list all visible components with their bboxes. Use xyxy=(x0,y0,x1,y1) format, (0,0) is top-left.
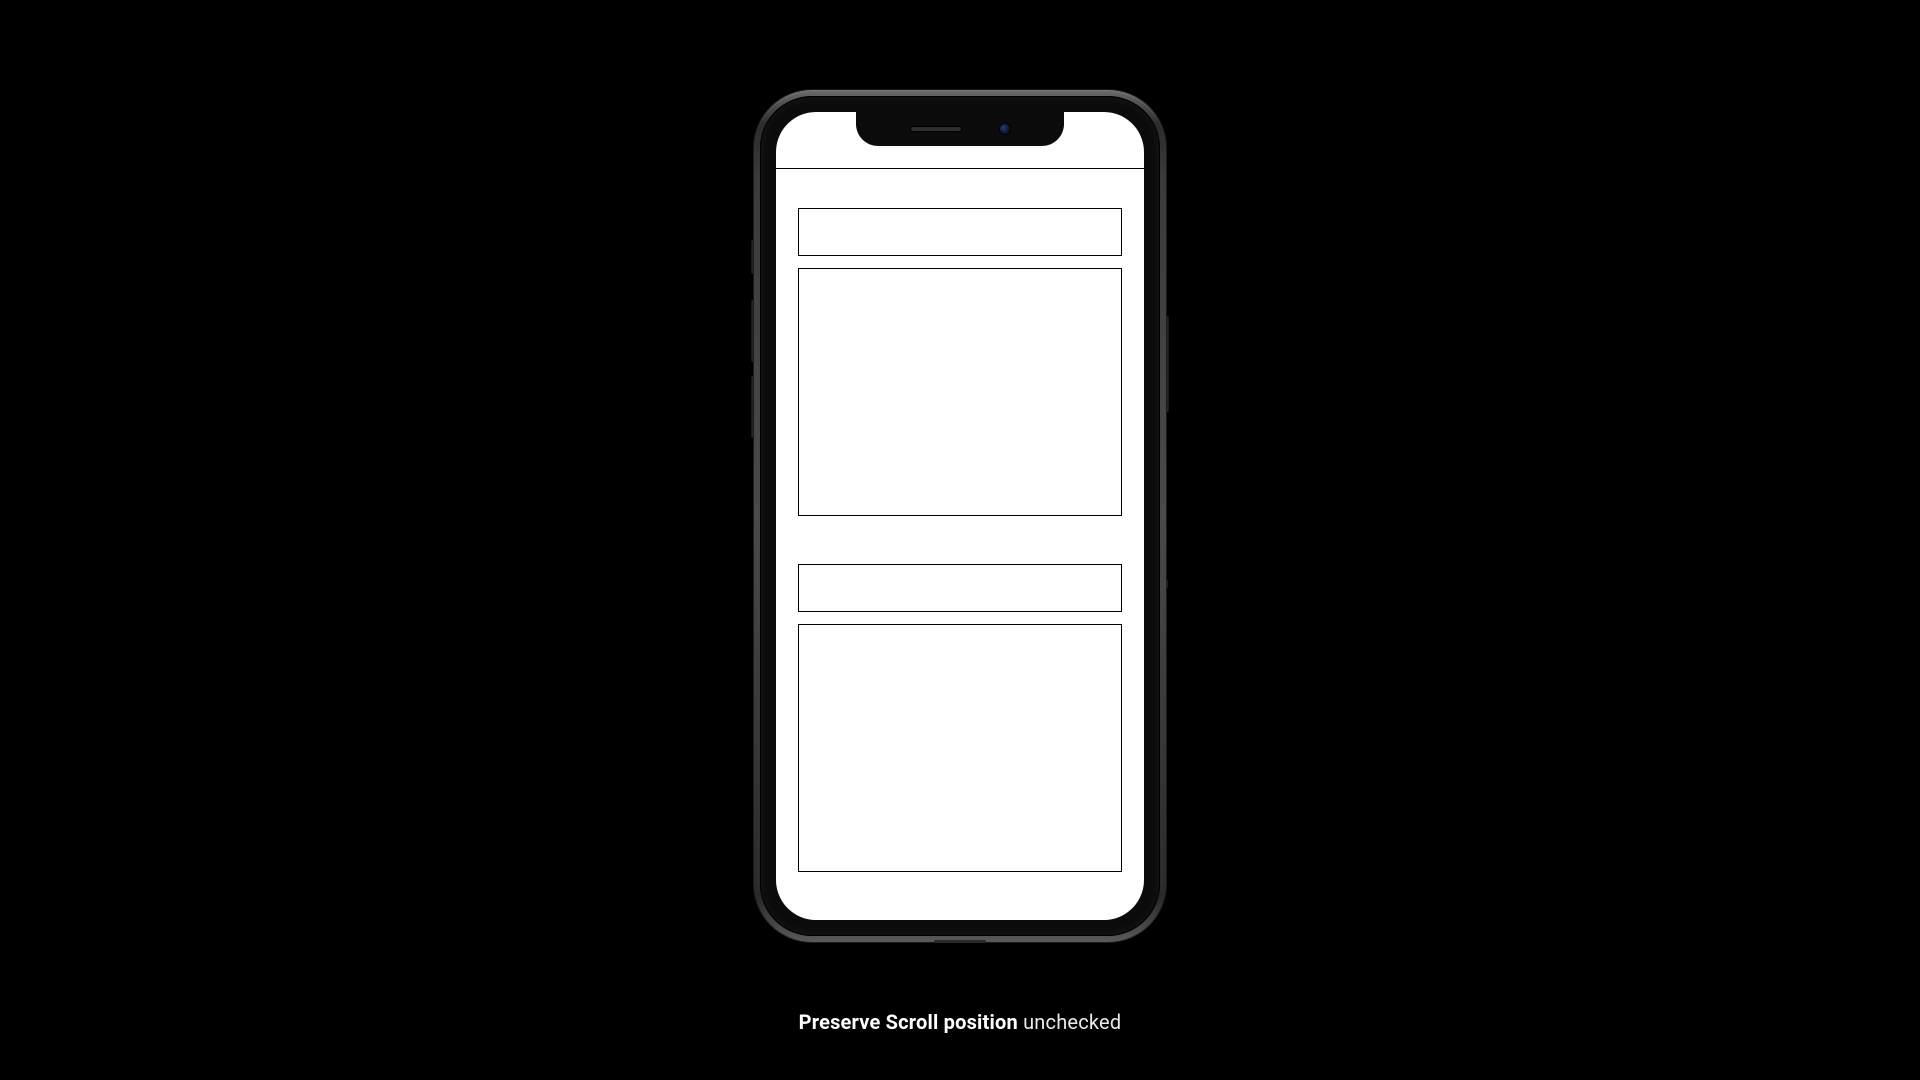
card-header-placeholder[interactable] xyxy=(798,208,1122,256)
earpiece-speaker-icon xyxy=(910,126,962,132)
phone-screen[interactable] xyxy=(776,112,1144,920)
phone-mockup xyxy=(754,90,1166,942)
front-camera-icon xyxy=(1000,124,1010,134)
card-group xyxy=(798,208,1122,516)
stage: Preserve Scroll position unchecked xyxy=(0,0,1920,1080)
phone-notch xyxy=(856,112,1064,146)
nav-bar-divider xyxy=(776,168,1144,169)
caption-rest: unchecked xyxy=(1018,1010,1121,1034)
app-wireframe xyxy=(776,112,1144,920)
caption: Preserve Scroll position unchecked xyxy=(0,1010,1920,1034)
caption-bold: Preserve Scroll position xyxy=(799,1010,1018,1034)
card-body-placeholder[interactable] xyxy=(798,624,1122,872)
bottom-speaker-icon xyxy=(934,940,986,943)
card-header-placeholder[interactable] xyxy=(798,564,1122,612)
card-body-placeholder[interactable] xyxy=(798,268,1122,516)
scroll-content[interactable] xyxy=(798,184,1122,906)
card-group xyxy=(798,564,1122,872)
